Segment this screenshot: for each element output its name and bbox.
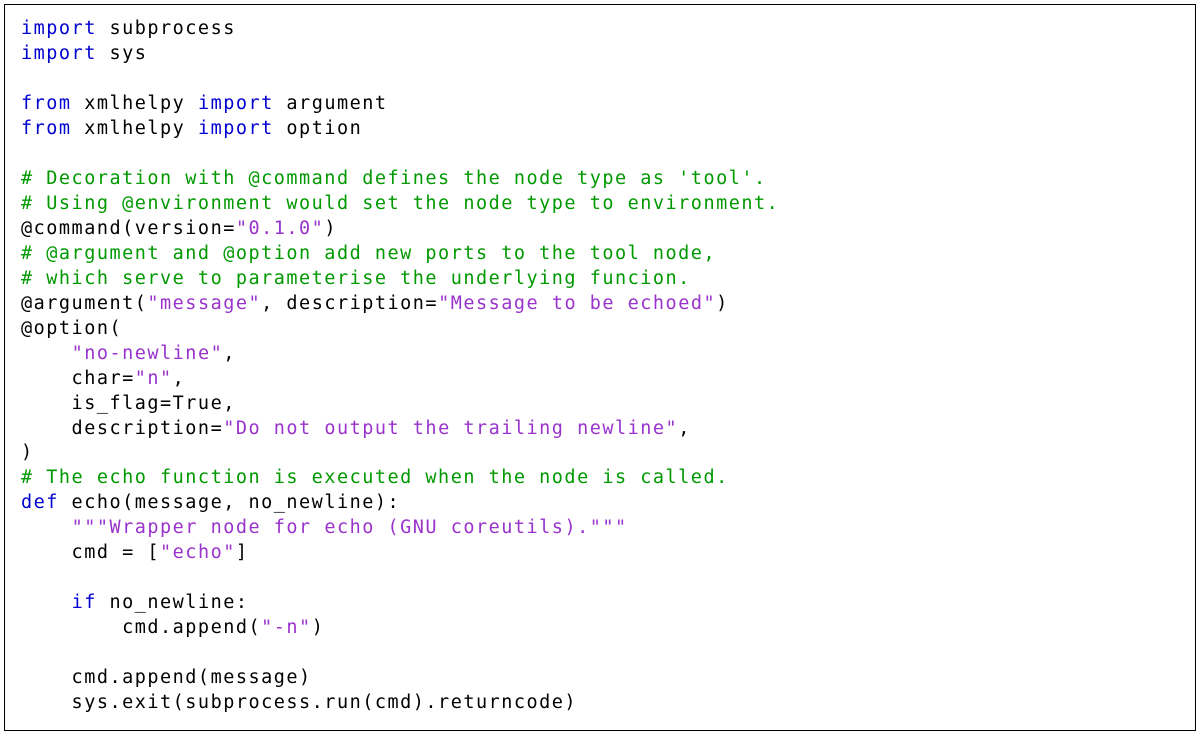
code-text: )	[21, 442, 34, 463]
keyword-import: import	[21, 18, 97, 39]
code-text: ,	[173, 368, 186, 389]
code-text: echo(message, no_newline):	[59, 492, 400, 513]
code-text: )	[716, 293, 729, 314]
code-text: sys.exit(subprocess.run(cmd).returncode)	[21, 692, 577, 713]
code-text: )	[324, 218, 337, 239]
keyword-import: import	[198, 93, 274, 114]
code-text: description=	[21, 418, 223, 439]
comment: # The echo function is executed when the…	[21, 467, 729, 488]
code-text: xmlhelpy	[72, 93, 198, 114]
string-literal: "message"	[147, 293, 261, 314]
keyword-def: def	[21, 492, 59, 513]
code-text: subprocess	[97, 18, 236, 39]
code-text	[21, 592, 72, 613]
string-literal: "Do not output the trailing newline"	[223, 418, 678, 439]
code-text: char=	[21, 368, 135, 389]
string-literal: "echo"	[160, 542, 236, 563]
code-text: option	[274, 118, 362, 139]
code-text: ,	[678, 418, 691, 439]
code-text: cmd.append(	[21, 617, 261, 638]
code-text: xmlhelpy	[72, 118, 198, 139]
string-literal: "0.1.0"	[236, 218, 324, 239]
code-text: ]	[236, 542, 249, 563]
code-listing: import subprocess import sys from xmlhel…	[4, 4, 1196, 731]
comment: # which serve to parameterise the underl…	[21, 268, 691, 289]
keyword-if: if	[72, 592, 97, 613]
keyword-from: from	[21, 118, 72, 139]
code-text: is_flag=True,	[21, 393, 236, 414]
code-text	[21, 343, 72, 364]
docstring: """Wrapper node for echo (GNU coreutils)…	[72, 517, 628, 538]
keyword-import: import	[21, 43, 97, 64]
keyword-import: import	[198, 118, 274, 139]
code-text: no_newline:	[97, 592, 249, 613]
code-text: , description=	[261, 293, 438, 314]
string-literal: "-n"	[261, 617, 312, 638]
code-text: cmd = [	[21, 542, 160, 563]
string-literal: "no-newline"	[72, 343, 224, 364]
code-text: @command(version=	[21, 218, 236, 239]
comment: # Decoration with @command defines the n…	[21, 168, 767, 189]
string-literal: "n"	[135, 368, 173, 389]
keyword-from: from	[21, 93, 72, 114]
code-text: sys	[97, 43, 148, 64]
code-content: import subprocess import sys from xmlhel…	[21, 17, 1179, 716]
comment: # @argument and @option add new ports to…	[21, 243, 716, 264]
code-text: cmd.append(message)	[21, 667, 312, 688]
code-text: ,	[223, 343, 236, 364]
string-literal: "Message to be echoed"	[438, 293, 716, 314]
code-text: @option(	[21, 318, 122, 339]
code-text: @argument(	[21, 293, 147, 314]
comment: # Using @environment would set the node …	[21, 193, 779, 214]
code-text: argument	[274, 93, 388, 114]
code-text	[21, 517, 72, 538]
code-text: )	[312, 617, 325, 638]
